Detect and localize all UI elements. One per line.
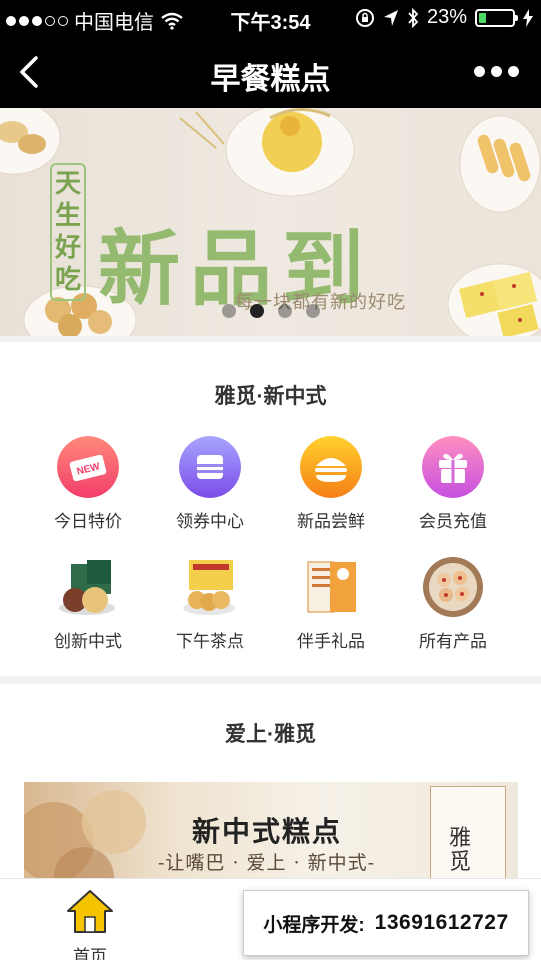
floating-ad[interactable]: 小程序开发: 13691612727 <box>243 890 529 956</box>
coupon-icon <box>179 436 241 498</box>
category-today-special[interactable]: NEW 今日特价 <box>28 436 148 532</box>
tab-home[interactable]: 首页 <box>60 887 120 960</box>
category-label: 新品尝鲜 <box>297 512 365 531</box>
cookie-plate-image <box>423 557 483 617</box>
category-label: 下午茶点 <box>176 632 244 651</box>
bluetooth-icon <box>408 7 419 28</box>
category-label: 领券中心 <box>176 512 244 531</box>
category-label: 所有产品 <box>419 632 487 651</box>
nav-bar: 早餐糕点 <box>0 36 541 108</box>
brand-logo-text: 雅觅 <box>449 826 472 875</box>
carousel-dot[interactable] <box>306 304 320 318</box>
ad-phone[interactable]: 13691612727 <box>375 911 509 935</box>
page-title: 早餐糕点 <box>210 63 331 96</box>
battery-icon <box>475 8 518 27</box>
category-all-products[interactable]: 所有产品 <box>393 556 513 652</box>
brand-logo: 雅觅 <box>430 786 506 882</box>
category-section: 雅觅·新中式 NEW 今日特价 领券中心 新品尝鲜 会员充值 创新中式 下午茶点… <box>0 342 541 676</box>
battery-percent: 23% <box>426 6 467 28</box>
category-label: 会员充值 <box>419 512 487 531</box>
status-bar: 中国电信 下午3:54 23% <box>0 0 541 36</box>
tab-label: 首页 <box>73 947 107 960</box>
category-label: 创新中式 <box>54 632 122 651</box>
more-dots-icon <box>474 66 485 77</box>
category-label: 伴手礼品 <box>297 632 365 651</box>
category-member-recharge[interactable]: 会员充值 <box>393 436 513 532</box>
burger-icon <box>300 436 362 498</box>
carousel-dot[interactable] <box>222 304 236 318</box>
section-title: 爱上·雅觅 <box>225 723 316 746</box>
promo-subtitle: -让嘴巴 · 爱上 · 新中式- <box>158 852 376 874</box>
new-tag-icon: NEW <box>57 436 119 498</box>
charging-icon <box>523 8 533 27</box>
promo-banner[interactable]: 新中式糕点 -让嘴巴 · 爱上 · 新中式- 雅觅 <box>24 782 518 882</box>
promo-title: 新中式糕点 <box>192 815 343 848</box>
pastry-box-image <box>183 560 235 615</box>
category-afternoon-tea[interactable]: 下午茶点 <box>150 556 270 652</box>
ad-label: 小程序开发: <box>263 914 365 936</box>
gift-box-image <box>307 561 356 613</box>
category-new-products[interactable]: 新品尝鲜 <box>271 436 391 532</box>
banner-carousel[interactable]: 天生好吃 新品到 每一块都有新的好吃 <box>0 108 541 336</box>
location-arrow-icon <box>383 9 398 26</box>
banner-side-text: 天生好吃 <box>50 163 86 301</box>
carousel-dot-active[interactable] <box>250 304 264 318</box>
system-status: 23% <box>355 6 533 29</box>
category-coupon-center[interactable]: 领券中心 <box>150 436 270 532</box>
category-souvenir-gifts[interactable]: 伴手礼品 <box>271 556 391 652</box>
gift-icon <box>422 436 484 498</box>
more-button[interactable] <box>474 66 519 77</box>
category-innovative-chinese[interactable]: 创新中式 <box>28 556 148 652</box>
carousel-dot[interactable] <box>278 304 292 318</box>
rotation-lock-icon <box>355 8 374 27</box>
category-label: 今日特价 <box>54 512 122 531</box>
section-title: 雅觅·新中式 <box>214 385 327 408</box>
carousel-indicator <box>222 304 320 318</box>
mooncake-box-image <box>59 560 115 615</box>
home-icon <box>67 890 113 933</box>
